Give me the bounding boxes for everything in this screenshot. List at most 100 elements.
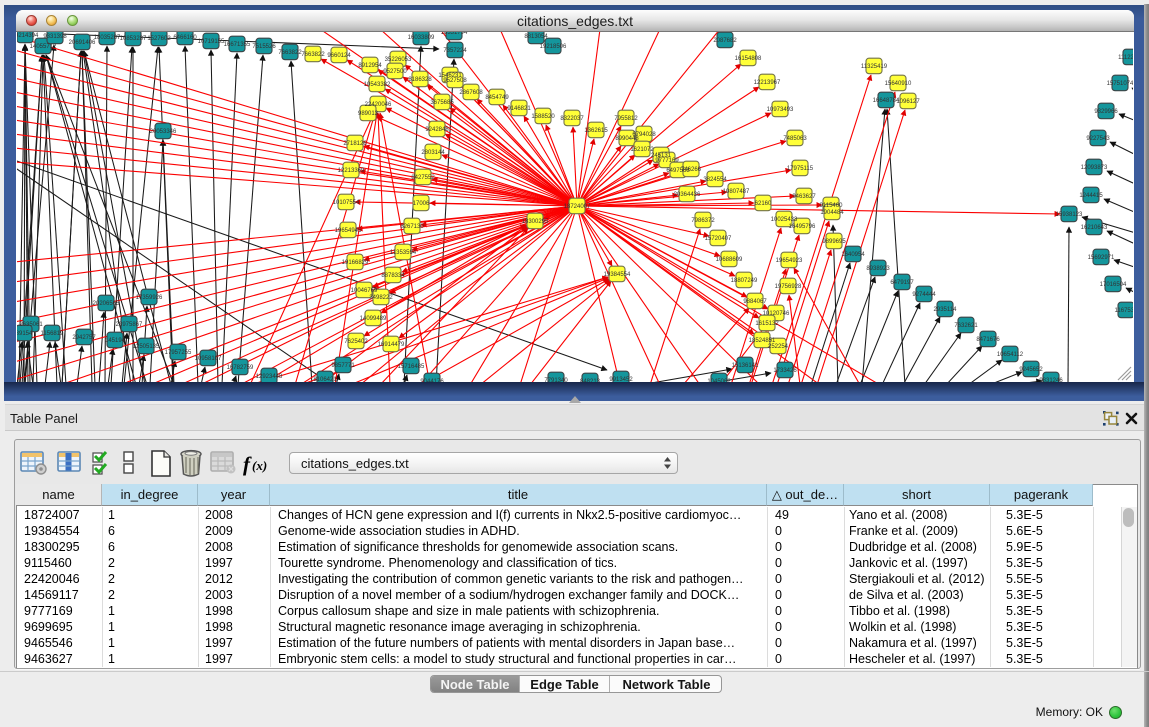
svg-text:145194: 145194 bbox=[105, 338, 126, 344]
svg-text:16671355: 16671355 bbox=[224, 42, 251, 48]
svg-text:9115460: 9115460 bbox=[820, 203, 844, 209]
svg-text:9527500: 9527500 bbox=[383, 69, 407, 75]
svg-text:1045062: 1045062 bbox=[707, 379, 731, 382]
svg-text:14099489: 14099489 bbox=[360, 316, 387, 322]
svg-text:9227543: 9227543 bbox=[1086, 136, 1110, 142]
svg-text:2935114: 2935114 bbox=[934, 307, 958, 313]
svg-text:252254: 252254 bbox=[768, 344, 789, 350]
svg-text:9245652: 9245652 bbox=[1019, 367, 1043, 373]
svg-text:1156819: 1156819 bbox=[41, 331, 65, 337]
svg-text:7663822: 7663822 bbox=[278, 50, 302, 56]
svg-text:15720407: 15720407 bbox=[705, 236, 732, 242]
svg-text:9331398: 9331398 bbox=[43, 34, 67, 40]
svg-text:62160: 62160 bbox=[755, 201, 772, 207]
svg-text:8454749: 8454749 bbox=[485, 95, 509, 101]
svg-text:7986372: 7986372 bbox=[691, 218, 715, 224]
svg-text:9884067: 9884067 bbox=[743, 299, 767, 305]
svg-text:15136141: 15136141 bbox=[732, 363, 759, 369]
svg-text:10853287: 10853287 bbox=[120, 36, 147, 42]
svg-text:11325419: 11325419 bbox=[861, 64, 888, 70]
svg-text:16782759: 16782759 bbox=[227, 365, 254, 371]
svg-text:7791340: 7791340 bbox=[544, 378, 568, 382]
svg-text:2942757: 2942757 bbox=[72, 335, 96, 341]
svg-text:6466160: 6466160 bbox=[173, 35, 197, 41]
svg-text:989013: 989013 bbox=[358, 111, 379, 117]
svg-text:9777169: 9777169 bbox=[655, 158, 679, 164]
svg-text:9274444: 9274444 bbox=[912, 292, 936, 298]
svg-text:9899695: 9899695 bbox=[822, 239, 846, 245]
svg-text:10719155: 10719155 bbox=[198, 39, 225, 45]
svg-text:2803144: 2803144 bbox=[421, 150, 445, 156]
svg-text:20364436: 20364436 bbox=[674, 192, 701, 198]
svg-text:15640910: 15640910 bbox=[885, 81, 912, 87]
svg-text:14055712: 14055712 bbox=[30, 44, 57, 50]
svg-text:20214394: 20214394 bbox=[17, 33, 39, 39]
svg-text:16033809: 16033809 bbox=[408, 35, 435, 41]
svg-text:10958107: 10958107 bbox=[195, 356, 222, 362]
svg-text:9242848: 9242848 bbox=[425, 127, 449, 133]
svg-text:12213369: 12213369 bbox=[338, 168, 365, 174]
svg-text:8267130: 8267130 bbox=[400, 224, 424, 230]
svg-text:10120746: 10120746 bbox=[763, 311, 790, 317]
svg-text:19384554: 19384554 bbox=[604, 272, 631, 278]
svg-text:9329966: 9329966 bbox=[1094, 109, 1118, 115]
svg-text:7515526: 7515526 bbox=[252, 44, 276, 50]
svg-text:1904484: 1904484 bbox=[820, 210, 844, 216]
svg-text:2718126: 2718126 bbox=[343, 141, 367, 147]
svg-text:12923448: 12923448 bbox=[256, 374, 283, 380]
svg-text:20691406: 20691406 bbox=[69, 40, 96, 46]
svg-text:9146821: 9146821 bbox=[507, 106, 531, 112]
svg-text:1362615: 1362615 bbox=[584, 128, 608, 134]
svg-text:3675685: 3675685 bbox=[430, 100, 454, 106]
svg-text:10807487: 10807487 bbox=[723, 189, 750, 195]
svg-text:19756928: 19756928 bbox=[775, 284, 802, 290]
svg-text:12093873: 12093873 bbox=[1081, 165, 1108, 171]
svg-text:18807249: 18807249 bbox=[731, 278, 758, 284]
svg-text:16495796: 16495796 bbox=[789, 224, 816, 230]
svg-text:848213: 848213 bbox=[580, 379, 601, 382]
svg-text:9527508: 9527508 bbox=[443, 78, 467, 84]
svg-text:15938123: 15938123 bbox=[1056, 212, 1083, 218]
svg-text:9857771: 9857771 bbox=[331, 363, 355, 369]
svg-text:8938923: 8938923 bbox=[866, 266, 890, 272]
svg-text:9660124: 9660124 bbox=[327, 53, 351, 59]
svg-text:10107554: 10107554 bbox=[333, 200, 360, 206]
svg-text:18035267: 18035267 bbox=[94, 35, 121, 41]
svg-text:35226053: 35226053 bbox=[385, 57, 412, 63]
svg-text:2635061: 2635061 bbox=[19, 322, 43, 328]
svg-text:11122907: 11122907 bbox=[1118, 55, 1133, 61]
svg-text:17006: 17006 bbox=[413, 201, 430, 207]
svg-text:1167533: 1167533 bbox=[1115, 308, 1133, 314]
svg-text:10543382: 10543382 bbox=[364, 82, 391, 88]
svg-text:17359926: 17359926 bbox=[136, 295, 163, 301]
svg-text:7955812: 7955812 bbox=[614, 116, 638, 122]
svg-text:20053346: 20053346 bbox=[150, 129, 177, 135]
svg-text:8813054: 8813054 bbox=[524, 34, 548, 40]
svg-text:19654945: 19654945 bbox=[335, 228, 362, 234]
svg-text:10973493: 10973493 bbox=[767, 107, 794, 113]
svg-text:8471676: 8471676 bbox=[976, 337, 1000, 343]
svg-text:9463627: 9463627 bbox=[792, 194, 816, 200]
svg-text:1615132: 1615132 bbox=[755, 321, 779, 327]
svg-text:20206565: 20206565 bbox=[93, 301, 120, 307]
svg-text:12505135: 12505135 bbox=[133, 344, 160, 350]
svg-text:7625402: 7625402 bbox=[344, 339, 368, 345]
svg-text:7357224: 7357224 bbox=[443, 48, 467, 54]
svg-text:18724007: 18724007 bbox=[564, 204, 591, 210]
svg-text:12213967: 12213967 bbox=[754, 80, 781, 86]
svg-text:2867608: 2867608 bbox=[459, 90, 483, 96]
svg-text:19218506: 19218506 bbox=[540, 44, 567, 50]
svg-text:7485063: 7485063 bbox=[783, 136, 807, 142]
svg-text:10654112: 10654112 bbox=[997, 352, 1024, 358]
svg-text:15751074: 15751074 bbox=[1107, 81, 1133, 87]
svg-text:3498222: 3498222 bbox=[369, 295, 393, 301]
svg-text:19166829: 19166829 bbox=[342, 260, 369, 266]
svg-text:22420046: 22420046 bbox=[365, 102, 392, 108]
svg-text:7663822: 7663822 bbox=[301, 52, 325, 58]
svg-text:16154808: 16154808 bbox=[735, 56, 762, 62]
svg-text:10025433: 10025433 bbox=[771, 217, 798, 223]
svg-text:8322037: 8322037 bbox=[560, 116, 584, 122]
svg-text:17016504: 17016504 bbox=[1100, 282, 1127, 288]
svg-text:10688609: 10688609 bbox=[716, 257, 743, 263]
svg-text:1733426: 1733426 bbox=[773, 368, 797, 374]
